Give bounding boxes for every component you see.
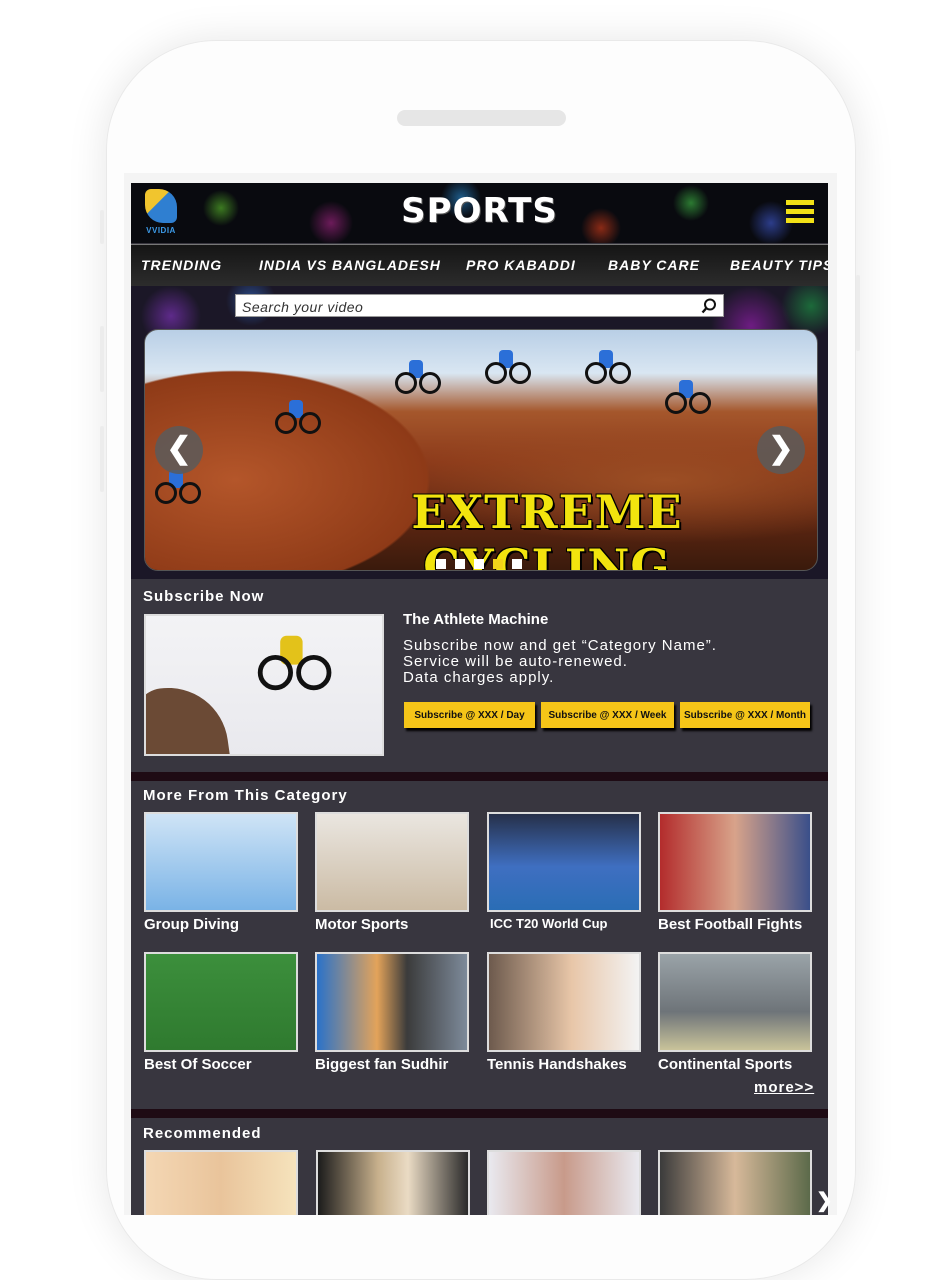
video-tile[interactable]: Best Of Soccer xyxy=(144,952,298,1073)
rider-image xyxy=(665,380,711,414)
subscription-description: Subscribe now and get “Category Name”. S… xyxy=(403,638,717,686)
phone-volume-down-button xyxy=(100,426,104,492)
video-caption[interactable]: ICC T20 World Cup xyxy=(487,916,641,931)
video-tile[interactable]: Tennis Handshakes xyxy=(487,952,641,1073)
phone-volume-up-button xyxy=(100,326,104,392)
recommended-tile[interactable] xyxy=(316,1150,470,1215)
recommended-next-icon[interactable]: ❯ xyxy=(816,1188,833,1213)
carousel-dot-active[interactable] xyxy=(493,559,503,569)
recommended-tile[interactable] xyxy=(144,1150,298,1215)
nav-item-baby-care[interactable]: BABY CARE xyxy=(608,257,700,273)
slide-title: EXTREME CYCLING xyxy=(411,485,683,571)
subscribe-day-button[interactable]: Subscribe @ XXX / Day xyxy=(404,702,535,728)
video-thumbnail[interactable] xyxy=(658,952,812,1052)
video-caption[interactable]: Group Diving xyxy=(144,916,298,933)
carousel-dot[interactable] xyxy=(512,559,522,569)
description-line: Data charges apply. xyxy=(403,669,555,686)
carousel-slide[interactable]: EXTREME CYCLING xyxy=(144,329,818,571)
recommended-heading: Recommended xyxy=(143,1125,262,1142)
rider-image xyxy=(257,635,332,691)
video-thumbnail[interactable] xyxy=(144,1150,298,1215)
phone-power-button xyxy=(856,275,860,351)
section-divider xyxy=(131,772,828,781)
recommended-tile[interactable] xyxy=(658,1150,812,1215)
phone-speaker xyxy=(397,110,566,126)
carousel-dots xyxy=(436,556,531,569)
video-caption[interactable]: Biggest fan Sudhir xyxy=(315,1056,469,1073)
video-caption[interactable]: Best Of Soccer xyxy=(144,1056,298,1073)
subscribe-heading: Subscribe Now xyxy=(143,588,265,605)
carousel-dot[interactable] xyxy=(474,559,484,569)
nav-item-india-vs-bangladesh[interactable]: INDIA VS BANGLADESH xyxy=(259,257,441,273)
more-link[interactable]: more>> xyxy=(754,1079,814,1096)
video-thumbnail[interactable] xyxy=(658,812,812,912)
video-tile[interactable]: Continental Sports xyxy=(658,952,812,1073)
video-tile[interactable]: Biggest fan Sudhir xyxy=(315,952,469,1073)
video-caption[interactable]: Continental Sports xyxy=(658,1056,812,1073)
more-category-heading: More From This Category xyxy=(143,787,348,804)
subscribe-month-button[interactable]: Subscribe @ XXX / Month xyxy=(680,702,810,728)
video-caption[interactable]: Tennis Handshakes xyxy=(487,1056,641,1073)
rider-image xyxy=(485,350,531,384)
subscribe-week-button[interactable]: Subscribe @ XXX / Week xyxy=(541,702,674,728)
video-thumbnail[interactable] xyxy=(144,952,298,1052)
search-icon[interactable] xyxy=(701,298,717,314)
video-tile[interactable]: Group Diving xyxy=(144,812,298,933)
video-thumbnail[interactable] xyxy=(487,952,641,1052)
video-tile[interactable]: Best Football Fights xyxy=(658,812,812,933)
video-tile[interactable]: Motor Sports xyxy=(315,812,469,933)
nav-item-beauty-tips[interactable]: BEAUTY TIPS xyxy=(730,257,828,273)
video-thumbnail[interactable] xyxy=(487,812,641,912)
video-tile[interactable]: ICC T20 World Cup xyxy=(487,812,641,931)
section-divider xyxy=(131,1109,828,1118)
subscribe-thumbnail[interactable] xyxy=(144,614,384,756)
recommended-tile[interactable] xyxy=(487,1150,641,1215)
video-thumbnail[interactable] xyxy=(144,812,298,912)
video-thumbnail[interactable] xyxy=(658,1150,812,1215)
rider-image xyxy=(585,350,631,384)
video-caption[interactable]: Best Football Fights xyxy=(658,916,812,933)
nav-item-trending[interactable]: TRENDING xyxy=(141,257,222,273)
nav-item-pro-kabaddi[interactable]: PRO KABADDI xyxy=(466,257,576,273)
phone-mute-button xyxy=(100,210,104,244)
rider-image xyxy=(275,400,321,434)
hero-banner: EXTREME CYCLING ❮ ❯ xyxy=(131,286,828,579)
carousel-dot[interactable] xyxy=(436,559,446,569)
app-header: VVIDIA SPORTS xyxy=(131,183,828,243)
hamburger-menu-icon[interactable] xyxy=(786,200,814,224)
description-line: Subscribe now and get “Category Name”. xyxy=(403,637,717,654)
search-bar xyxy=(235,294,724,317)
video-thumbnail[interactable] xyxy=(315,812,469,912)
rider-image xyxy=(395,360,441,394)
page-title: SPORTS xyxy=(401,191,558,231)
video-caption[interactable]: Motor Sports xyxy=(315,916,469,933)
description-line: Service will be auto-renewed. xyxy=(403,653,628,670)
category-nav: TRENDING INDIA VS BANGLADESH PRO KABADDI… xyxy=(131,244,828,287)
subscription-title: The Athlete Machine xyxy=(403,611,549,628)
video-thumbnail[interactable] xyxy=(487,1150,641,1215)
rider-image xyxy=(155,470,201,504)
carousel-dot[interactable] xyxy=(455,559,465,569)
carousel-prev-icon[interactable]: ❮ xyxy=(155,426,203,474)
app-screen: VVIDIA SPORTS TRENDING INDIA VS BANGLADE… xyxy=(131,183,828,1215)
video-thumbnail[interactable] xyxy=(315,952,469,1052)
video-thumbnail[interactable] xyxy=(316,1150,470,1215)
search-input[interactable] xyxy=(240,296,694,317)
carousel-next-icon[interactable]: ❯ xyxy=(757,426,805,474)
